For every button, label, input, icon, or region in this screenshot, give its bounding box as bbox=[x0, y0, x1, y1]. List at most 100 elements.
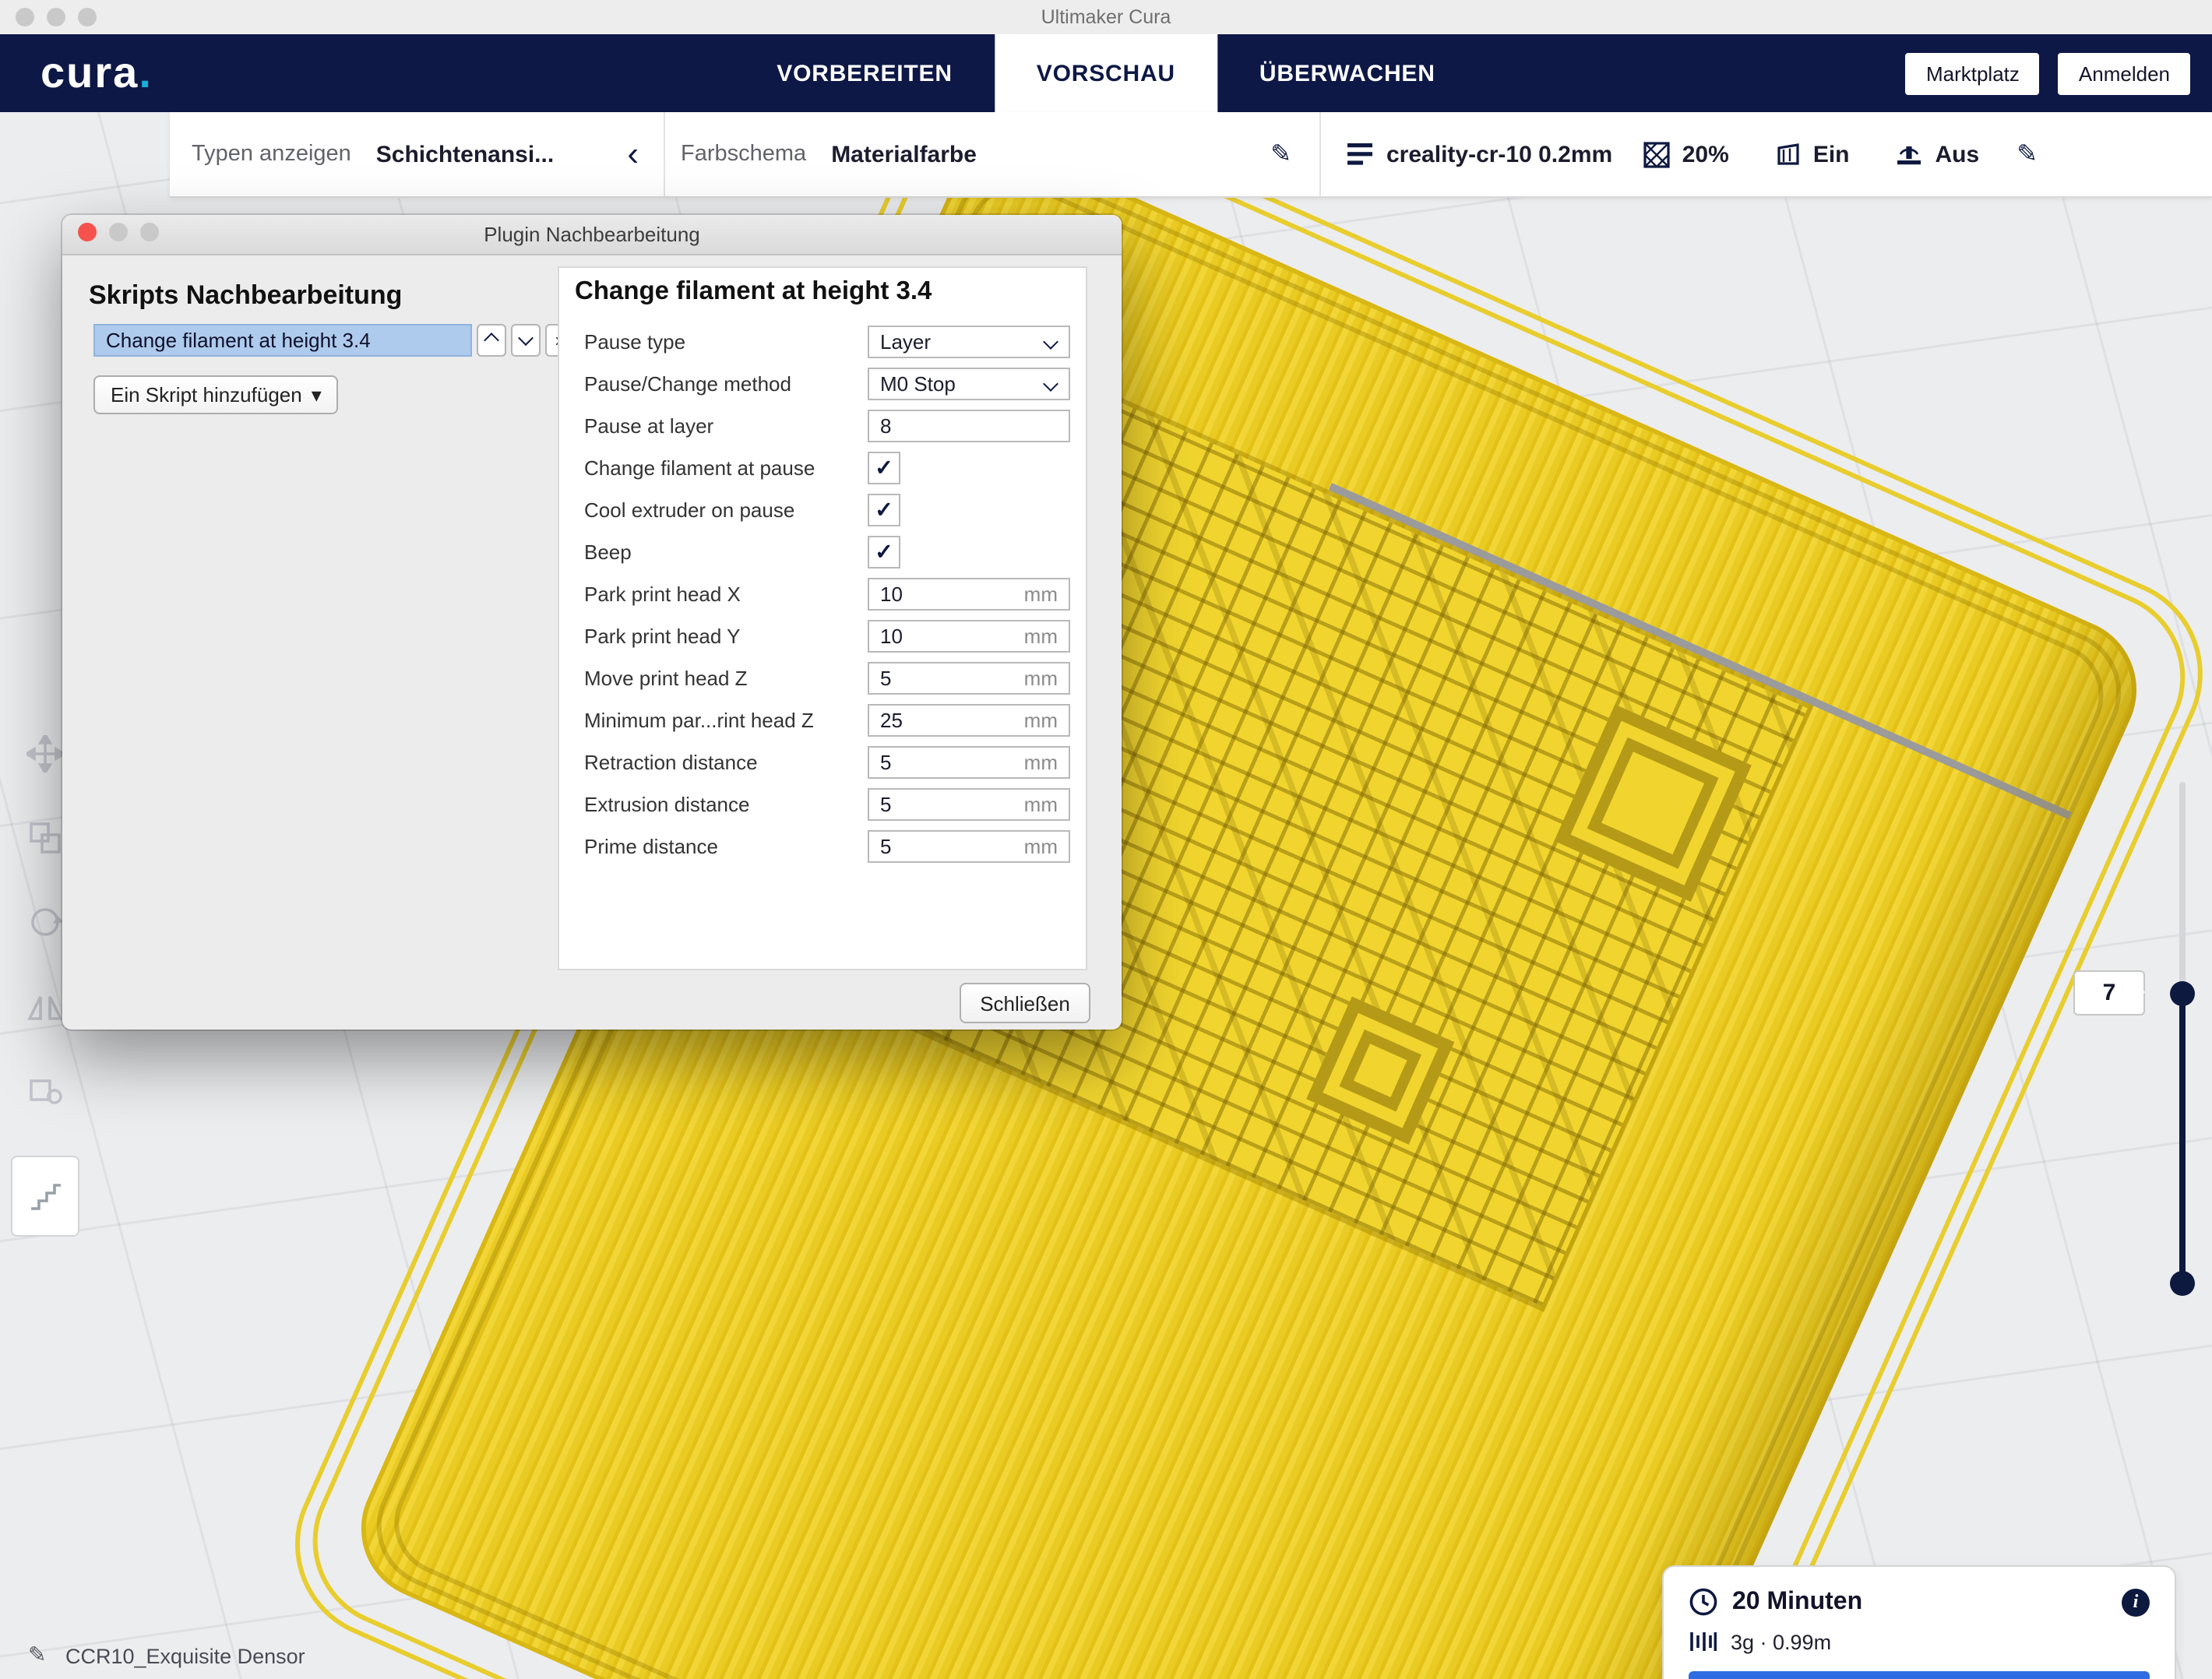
field-value-6: 10 bbox=[869, 583, 1024, 606]
field-dropdown-1[interactable]: M0 Stop bbox=[868, 368, 1070, 400]
edit-pencil-icon[interactable]: ✎ bbox=[1270, 139, 1291, 170]
post-processing-dialog: Plugin Nachbearbeitung Skripts Nachbearb… bbox=[62, 215, 1122, 1030]
field-input-2[interactable]: 8 bbox=[868, 410, 1070, 442]
logo-dot: . bbox=[139, 48, 153, 97]
dialog-close-icon[interactable] bbox=[78, 223, 97, 241]
info-icon[interactable]: i bbox=[2122, 1588, 2150, 1616]
dialog-titlebar[interactable]: Plugin Nachbearbeitung bbox=[62, 215, 1122, 255]
script-settings-panel: Change filament at height 3.4 Pause type… bbox=[558, 266, 1087, 970]
scale-tool-icon[interactable] bbox=[26, 819, 64, 857]
form-row: Move print head Z 5mm bbox=[559, 657, 1086, 699]
dialog-zoom-icon bbox=[140, 223, 159, 241]
dialog-minimize-icon bbox=[109, 223, 128, 241]
layer-slider-upper-handle[interactable] bbox=[2170, 981, 2195, 1006]
field-checkbox-5[interactable]: ✓ bbox=[868, 536, 900, 568]
field-unit-11: mm bbox=[1024, 793, 1069, 816]
field-label-12: Prime distance bbox=[584, 835, 718, 858]
script-settings-title: Change filament at height 3.4 bbox=[575, 277, 932, 307]
staircase-icon bbox=[26, 1177, 64, 1215]
print-octoprint-button[interactable]: Print with OctoPrint bbox=[1689, 1671, 2150, 1679]
field-input-7[interactable]: 10mm bbox=[868, 620, 1070, 653]
form-row: Cool extruder on pause ✓ bbox=[559, 489, 1086, 531]
close-dialog-button[interactable]: Schließen bbox=[960, 983, 1090, 1023]
color-scheme-value[interactable]: Materialfarbe bbox=[831, 141, 977, 167]
infill-item[interactable]: 20% bbox=[1643, 141, 1729, 167]
collapse-chevron-icon[interactable]: ‹ bbox=[627, 137, 639, 171]
support-blocker-tool[interactable] bbox=[11, 1156, 79, 1237]
cura-window: Ultimaker Cura cura. VORBEREITEN VORSCHA… bbox=[0, 0, 2212, 1679]
script-list-row: Change filament at height 3.4 × bbox=[93, 324, 575, 357]
field-value-9: 25 bbox=[869, 709, 1024, 732]
move-script-up-button[interactable] bbox=[477, 324, 506, 357]
field-label-6: Park print head X bbox=[584, 583, 741, 606]
move-tool-icon[interactable] bbox=[26, 735, 64, 773]
move-script-down-button[interactable] bbox=[511, 324, 541, 357]
support-value: Ein bbox=[1813, 141, 1850, 167]
field-label-1: Pause/Change method bbox=[584, 372, 791, 396]
tab-vorschau[interactable]: VORSCHAU bbox=[995, 34, 1217, 112]
signin-button[interactable]: Anmelden bbox=[2059, 52, 2190, 94]
tab-ueberwachen[interactable]: ÜBERWACHEN bbox=[1217, 34, 1478, 112]
selected-script-item[interactable]: Change filament at height 3.4 bbox=[93, 324, 472, 357]
form-row: Park print head Y10mm bbox=[559, 615, 1086, 657]
field-value-0: Layer bbox=[869, 330, 1045, 354]
rename-model-icon[interactable]: ✎ bbox=[28, 1642, 46, 1668]
field-unit-9: mm bbox=[1024, 709, 1069, 732]
print-time: 20 Minuten bbox=[1732, 1588, 1862, 1616]
color-scheme-section[interactable]: Farbschema Materialfarbe ✎ bbox=[665, 112, 1321, 196]
support-icon bbox=[1776, 142, 1801, 167]
form-row: Change filament at pause✓ bbox=[559, 447, 1086, 489]
field-label-9: Minimum par...rint head Z bbox=[584, 709, 814, 732]
form-rows: Pause type Layer Pause/Change method M0 Sto… bbox=[559, 321, 1086, 868]
field-label-5: Beep bbox=[584, 540, 632, 564]
field-value-2: 8 bbox=[869, 414, 1069, 438]
slice-settings-cluster: 20% Ein Aus ✎ bbox=[1643, 139, 2038, 170]
color-scheme-label: Farbschema bbox=[681, 142, 806, 167]
form-row: Minimum par...rint head Z 25mm bbox=[559, 699, 1086, 741]
support-item[interactable]: Ein bbox=[1776, 141, 1850, 167]
print-settings-section[interactable]: creality-cr-10 0.2mm 20% Ein bbox=[1321, 112, 2212, 196]
window-controls bbox=[16, 8, 97, 26]
dialog-title: Plugin Nachbearbeitung bbox=[484, 223, 700, 246]
close-icon bbox=[16, 8, 34, 26]
field-checkbox-3[interactable]: ✓ bbox=[868, 452, 900, 484]
filament-icon bbox=[1689, 1629, 1717, 1654]
field-value-10: 5 bbox=[869, 751, 1024, 774]
adhesion-item[interactable]: Aus bbox=[1897, 141, 1980, 167]
field-dropdown-0[interactable]: Layer bbox=[868, 326, 1070, 358]
view-toolbar: Typen anzeigen Schichtenansi... ‹ Farbsc… bbox=[170, 112, 2212, 198]
dialog-window-controls bbox=[78, 223, 159, 241]
field-label-8: Move print head Z bbox=[584, 667, 748, 690]
mirror-tool-icon[interactable] bbox=[26, 987, 64, 1025]
field-label-4: Cool extruder on pause bbox=[584, 498, 794, 522]
add-script-button[interactable]: Ein Skript hinzufügen ▾ bbox=[93, 375, 339, 414]
field-input-10[interactable]: 5mm bbox=[868, 746, 1070, 779]
infill-value: 20% bbox=[1682, 141, 1729, 167]
field-input-9[interactable]: 25mm bbox=[868, 704, 1070, 737]
per-model-settings-icon[interactable] bbox=[26, 1072, 64, 1109]
field-value-1: M0 Stop bbox=[869, 372, 1045, 396]
layer-number-badge: 7 bbox=[2073, 970, 2145, 1015]
window-title: Ultimaker Cura bbox=[1041, 6, 1171, 28]
layer-slider-range[interactable] bbox=[2179, 994, 2186, 1283]
tab-vorbereiten[interactable]: VORBEREITEN bbox=[734, 34, 995, 112]
rotate-tool-icon[interactable] bbox=[26, 903, 64, 941]
field-input-8[interactable]: 5mm bbox=[868, 662, 1070, 695]
chevron-down-icon bbox=[518, 330, 534, 346]
infill-icon bbox=[1643, 141, 1670, 167]
macos-titlebar: Ultimaker Cura bbox=[0, 0, 2212, 36]
field-input-11[interactable]: 5mm bbox=[868, 788, 1070, 821]
field-input-12[interactable]: 5mm bbox=[868, 830, 1070, 863]
form-row: Pause type Layer bbox=[559, 321, 1086, 363]
view-type-value[interactable]: Schichtenansi... bbox=[376, 141, 554, 167]
form-row: Prime distance 5mm bbox=[559, 825, 1086, 868]
view-type-section[interactable]: Typen anzeigen Schichtenansi... ‹ bbox=[170, 112, 665, 196]
printer-profile-item[interactable]: creality-cr-10 0.2mm bbox=[1346, 141, 1612, 167]
scripts-heading: Skripts Nachbearbeitung bbox=[89, 280, 402, 312]
layer-slider-lower-handle[interactable] bbox=[2170, 1271, 2195, 1296]
field-label-0: Pause type bbox=[584, 330, 685, 354]
field-checkbox-4[interactable]: ✓ bbox=[868, 494, 900, 526]
edit-print-settings-icon[interactable]: ✎ bbox=[2017, 139, 2038, 170]
marketplace-button[interactable]: Marktplatz bbox=[1906, 52, 2040, 94]
field-input-6[interactable]: 10mm bbox=[868, 578, 1070, 611]
